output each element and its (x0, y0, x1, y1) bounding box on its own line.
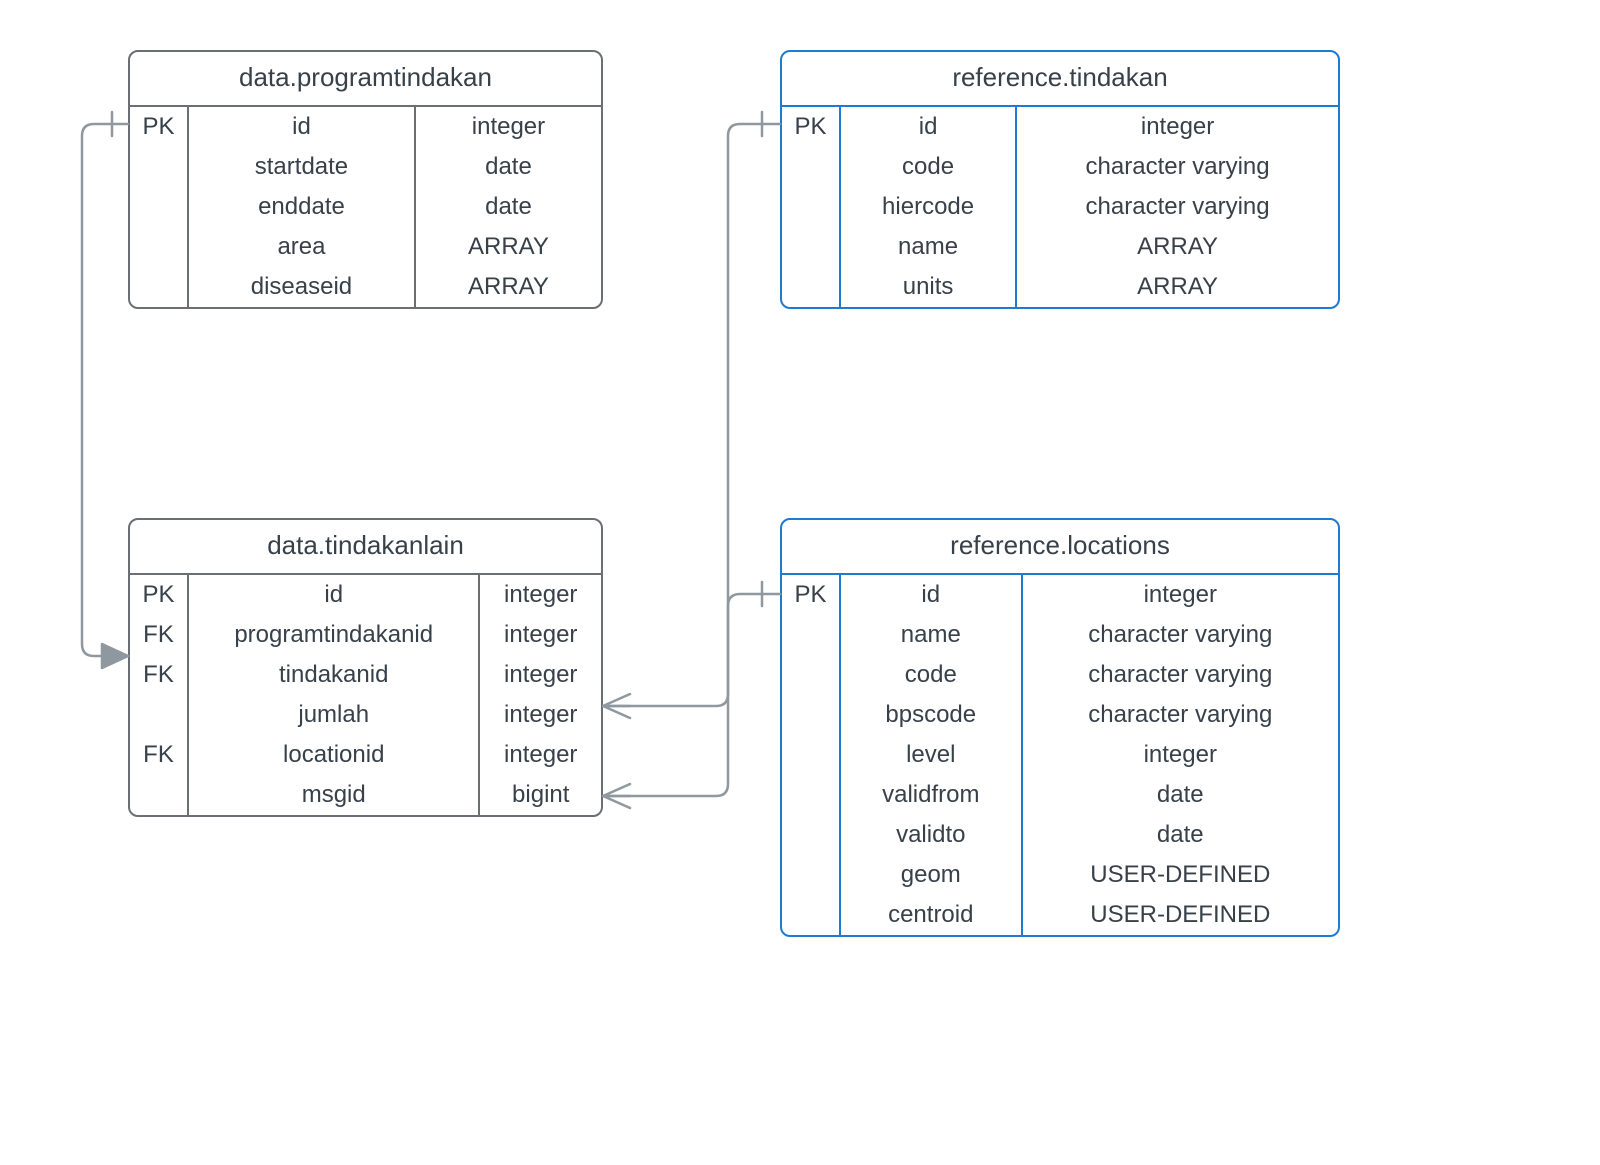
table-row: startdatedate (130, 147, 601, 187)
table-row: FKlocationidinteger (130, 735, 601, 775)
entity-columns: PKidinteger startdatedate enddatedate ar… (130, 107, 601, 307)
table-row: hiercodecharacter varying (782, 187, 1338, 227)
table-row: msgidbigint (130, 775, 601, 815)
entity-columns: PKidinteger FKprogramtindakanidinteger F… (130, 575, 601, 815)
table-row: PKidinteger (782, 575, 1338, 615)
entity-columns: PKidinteger namecharacter varying codech… (782, 575, 1338, 935)
table-row: diseaseidARRAY (130, 267, 601, 307)
table-row: PKidinteger (130, 575, 601, 615)
entity-title: reference.locations (782, 520, 1338, 575)
table-row: geomUSER-DEFINED (782, 855, 1338, 895)
entity-columns: PKidinteger codecharacter varying hierco… (782, 107, 1338, 307)
table-row: validfromdate (782, 775, 1338, 815)
table-row: levelinteger (782, 735, 1338, 775)
entity-programtindakan: data.programtindakan PKidinteger startda… (128, 50, 603, 309)
entity-title: data.tindakanlain (130, 520, 601, 575)
entity-tindakan: reference.tindakan PKidinteger codechara… (780, 50, 1340, 309)
table-row: FKtindakanidinteger (130, 655, 601, 695)
table-row: PKidinteger (130, 107, 601, 147)
entity-title: data.programtindakan (130, 52, 601, 107)
entity-tindakanlain: data.tindakanlain PKidinteger FKprogramt… (128, 518, 603, 817)
table-row: centroidUSER-DEFINED (782, 895, 1338, 935)
crows-foot-icon (102, 644, 128, 668)
table-row: nameARRAY (782, 227, 1338, 267)
table-row: areaARRAY (130, 227, 601, 267)
entity-title: reference.tindakan (782, 52, 1338, 107)
table-row: FKprogramtindakanidinteger (130, 615, 601, 655)
crows-foot-icon (603, 694, 630, 718)
rel-programtindakan-tindakanlain (82, 124, 128, 656)
rel-tindakan-tindakanlain (603, 124, 780, 706)
table-row: enddatedate (130, 187, 601, 227)
table-row: codecharacter varying (782, 655, 1338, 695)
table-row: namecharacter varying (782, 615, 1338, 655)
table-row: validtodate (782, 815, 1338, 855)
table-row: bpscodecharacter varying (782, 695, 1338, 735)
table-row: unitsARRAY (782, 267, 1338, 307)
entity-locations: reference.locations PKidinteger namechar… (780, 518, 1340, 937)
rel-locations-tindakanlain (603, 594, 780, 796)
crows-foot-icon (603, 784, 630, 808)
table-row: jumlahinteger (130, 695, 601, 735)
table-row: codecharacter varying (782, 147, 1338, 187)
er-diagram: data.programtindakan PKidinteger startda… (0, 0, 1600, 1165)
table-row: PKidinteger (782, 107, 1338, 147)
